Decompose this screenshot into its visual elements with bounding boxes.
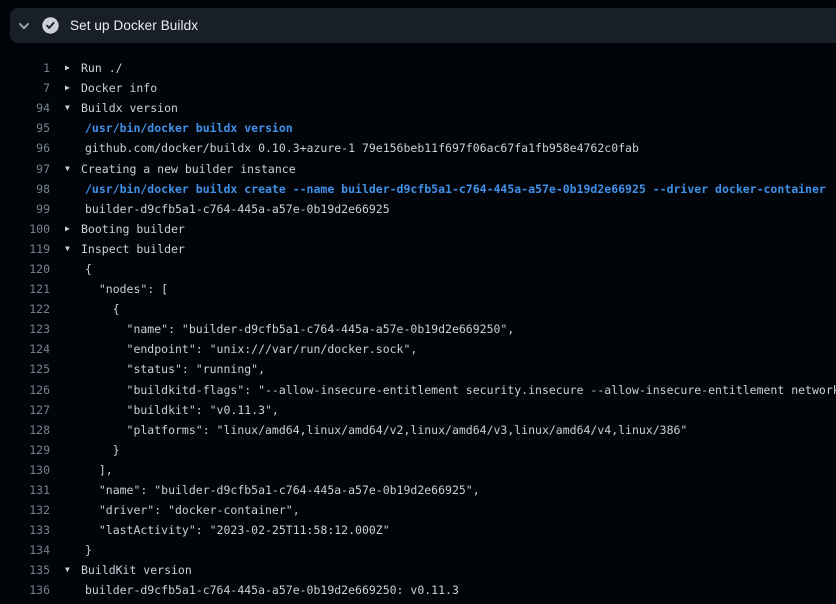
group-toggle-icon[interactable]: ▶ [64, 64, 81, 72]
log-line[interactable]: 94 ▼ Buildx version [0, 98, 836, 118]
group-toggle-icon[interactable]: ▼ [64, 165, 81, 173]
log-line[interactable]: 132 "driver": "docker-container", [0, 500, 836, 520]
log-text: "driver": "docker-container", [81, 503, 300, 517]
step-title: Set up Docker Buildx [70, 18, 198, 33]
log-text: } [81, 443, 120, 457]
log-line[interactable]: 1 ▶ Run ./ [0, 58, 836, 78]
log-text: "status": "running", [81, 362, 265, 376]
log-line[interactable]: 126 "buildkitd-flags": "--allow-insecure… [0, 380, 836, 400]
log-line[interactable]: 100 ▶ Booting builder [0, 219, 836, 239]
log-text: BuildKit version [81, 563, 192, 577]
line-number[interactable]: 133 [0, 523, 50, 537]
log-text: { [81, 262, 92, 276]
log-line[interactable]: 124 "endpoint": "unix:///var/run/docker.… [0, 339, 836, 359]
line-number[interactable]: 128 [0, 423, 50, 437]
log-text: { [81, 302, 120, 316]
line-number[interactable]: 120 [0, 262, 50, 276]
line-number[interactable]: 97 [0, 162, 50, 176]
log-line[interactable]: 95 /usr/bin/docker buildx version [0, 118, 836, 138]
line-number[interactable]: 119 [0, 242, 50, 256]
log-line[interactable]: 136 builder-d9cfb5a1-c764-445a-a57e-0b19… [0, 580, 836, 600]
line-number[interactable]: 125 [0, 362, 50, 376]
log-line[interactable]: 98 /usr/bin/docker buildx create --name … [0, 179, 836, 199]
log-text: github.com/docker/buildx 0.10.3+azure-1 … [81, 141, 639, 155]
log-text: "buildkitd-flags": "--allow-insecure-ent… [81, 383, 836, 397]
log-text: "nodes": [ [81, 282, 168, 296]
log-line[interactable]: 131 "name": "builder-d9cfb5a1-c764-445a-… [0, 480, 836, 500]
log-text: Booting builder [81, 222, 185, 236]
log-line[interactable]: 119 ▼ Inspect builder [0, 239, 836, 259]
log-line[interactable]: 120 { [0, 259, 836, 279]
line-number[interactable]: 124 [0, 342, 50, 356]
log-line[interactable]: 127 "buildkit": "v0.11.3", [0, 400, 836, 420]
line-number[interactable]: 129 [0, 443, 50, 457]
log-text: "name": "builder-d9cfb5a1-c764-445a-a57e… [81, 322, 514, 336]
line-number[interactable]: 123 [0, 322, 50, 336]
log-line[interactable]: 7 ▶ Docker info [0, 78, 836, 98]
log-text: "platforms": "linux/amd64,linux/amd64/v2… [81, 423, 687, 437]
group-toggle-icon[interactable]: ▼ [64, 245, 81, 253]
log-text: Docker info [81, 81, 157, 95]
chevron-down-icon[interactable] [17, 19, 31, 33]
line-number[interactable]: 95 [0, 121, 50, 135]
line-number[interactable]: 94 [0, 101, 50, 115]
line-number[interactable]: 121 [0, 282, 50, 296]
log-text: builder-d9cfb5a1-c764-445a-a57e-0b19d2e6… [81, 583, 459, 597]
line-number[interactable]: 100 [0, 222, 50, 236]
line-number[interactable]: 132 [0, 503, 50, 517]
log-line[interactable]: 123 "name": "builder-d9cfb5a1-c764-445a-… [0, 319, 836, 339]
log-text: Inspect builder [81, 242, 185, 256]
line-number[interactable]: 135 [0, 563, 50, 577]
log-line[interactable]: 99 builder-d9cfb5a1-c764-445a-a57e-0b19d… [0, 199, 836, 219]
log-line[interactable]: 130 ], [0, 460, 836, 480]
log-text: Run ./ [81, 61, 123, 75]
line-number[interactable]: 96 [0, 141, 50, 155]
log-line[interactable]: 122 { [0, 299, 836, 319]
line-number[interactable]: 122 [0, 302, 50, 316]
group-toggle-icon[interactable]: ▼ [64, 566, 81, 574]
group-toggle-icon[interactable]: ▼ [64, 104, 81, 112]
log-text: "buildkit": "v0.11.3", [81, 403, 279, 417]
log-text: /usr/bin/docker buildx version [81, 121, 293, 135]
line-number[interactable]: 130 [0, 463, 50, 477]
line-number[interactable]: 136 [0, 583, 50, 597]
log-text: "lastActivity": "2023-02-25T11:58:12.000… [81, 523, 390, 537]
log-text: Buildx version [81, 101, 178, 115]
line-number[interactable]: 7 [0, 81, 50, 95]
line-number[interactable]: 131 [0, 483, 50, 497]
log-text: "name": "builder-d9cfb5a1-c764-445a-a57e… [81, 483, 480, 497]
line-number[interactable]: 127 [0, 403, 50, 417]
log-text: "endpoint": "unix:///var/run/docker.sock… [81, 342, 417, 356]
log-text: } [81, 543, 92, 557]
log-line[interactable]: 128 "platforms": "linux/amd64,linux/amd6… [0, 420, 836, 440]
log-text: ], [81, 463, 113, 477]
line-number[interactable]: 1 [0, 61, 50, 75]
line-number[interactable]: 98 [0, 182, 50, 196]
log-text: Creating a new builder instance [81, 162, 296, 176]
step-header[interactable]: Set up Docker Buildx [10, 8, 836, 43]
log-line[interactable]: 133 "lastActivity": "2023-02-25T11:58:12… [0, 520, 836, 540]
log-text: /usr/bin/docker buildx create --name bui… [81, 182, 826, 196]
log-line[interactable]: 129 } [0, 440, 836, 460]
line-number[interactable]: 99 [0, 202, 50, 216]
log-line[interactable]: 97 ▼ Creating a new builder instance [0, 158, 836, 178]
log-line[interactable]: 96 github.com/docker/buildx 0.10.3+azure… [0, 138, 836, 158]
log-text: builder-d9cfb5a1-c764-445a-a57e-0b19d2e6… [81, 202, 390, 216]
line-number[interactable]: 134 [0, 543, 50, 557]
log-line[interactable]: 135 ▼ BuildKit version [0, 560, 836, 580]
log-area: 1 ▶ Run ./ 7 ▶ Docker info 94 ▼ Buildx v… [0, 58, 836, 601]
log-line[interactable]: 134 } [0, 540, 836, 560]
group-toggle-icon[interactable]: ▶ [64, 225, 81, 233]
log-line[interactable]: 121 "nodes": [ [0, 279, 836, 299]
log-line[interactable]: 125 "status": "running", [0, 359, 836, 379]
group-toggle-icon[interactable]: ▶ [64, 84, 81, 92]
check-circle-icon [42, 17, 59, 34]
line-number[interactable]: 126 [0, 383, 50, 397]
